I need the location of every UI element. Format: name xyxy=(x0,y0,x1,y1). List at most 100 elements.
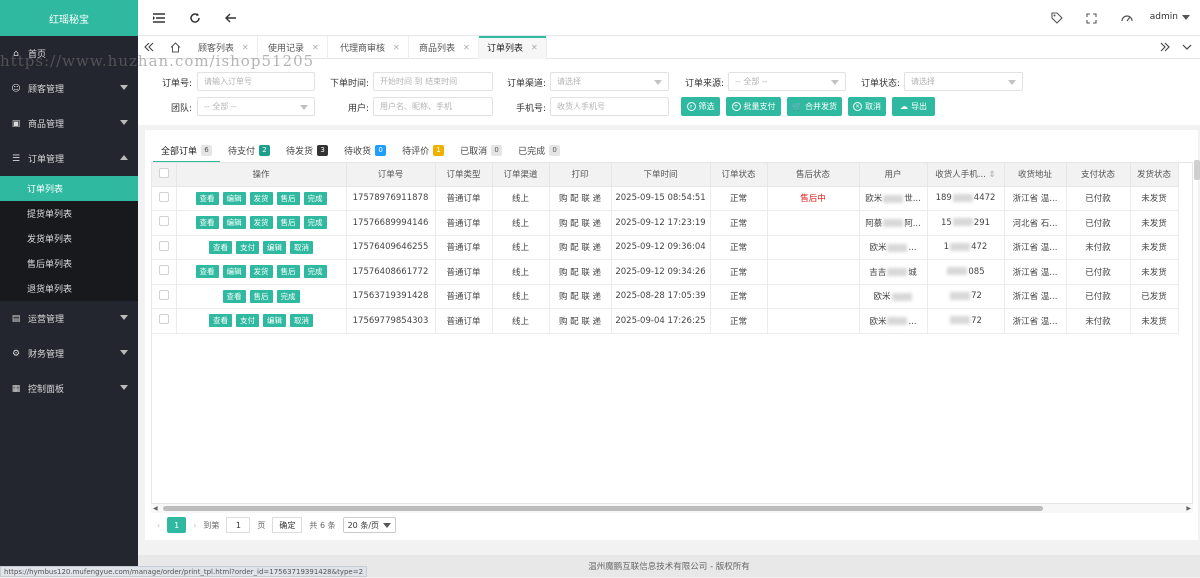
row-checkbox[interactable] xyxy=(158,240,169,251)
sidebar-item[interactable]: ▤ 运营管理 xyxy=(0,301,138,336)
tabs-menu-chevron-icon[interactable] xyxy=(1180,40,1194,54)
sidebar-subitem[interactable]: 退货单列表 xyxy=(0,276,138,301)
row-checkbox[interactable] xyxy=(158,314,169,325)
status-tab[interactable]: 已取消 0 xyxy=(452,140,510,160)
user-input[interactable]: 用户名、昵称、手机 xyxy=(373,97,493,116)
order-source-select[interactable]: -- 全部 -- xyxy=(728,72,846,91)
action-button[interactable]: 查看 xyxy=(195,216,219,230)
status-tab[interactable]: 待评价 1 xyxy=(394,140,452,160)
cell-ship: 未发货 xyxy=(1130,308,1179,334)
cell-after-sale xyxy=(767,210,860,236)
next-page-icon[interactable]: › xyxy=(193,521,196,530)
tabs-scroll-right-icon[interactable] xyxy=(1158,40,1172,54)
refresh-icon[interactable] xyxy=(188,11,202,25)
action-button[interactable]: 查看 xyxy=(209,240,232,254)
batch-pay-button[interactable]: + 批量支付 xyxy=(726,97,781,116)
sort-icon[interactable]: ⇕ xyxy=(986,170,996,180)
scroll-left-arrow-icon[interactable]: ◀ xyxy=(153,505,158,512)
fullscreen-icon[interactable] xyxy=(1084,11,1098,25)
action-button[interactable]: 发货 xyxy=(249,216,273,230)
sidebar-subitem[interactable]: 订单列表 xyxy=(0,176,138,201)
sidebar-subitem[interactable]: 发货单列表 xyxy=(0,226,138,251)
cancel-button[interactable]: × 取消 xyxy=(848,97,886,116)
action-button[interactable]: 支付 xyxy=(236,314,259,328)
action-button[interactable]: 查看 xyxy=(209,314,232,328)
sidebar-subitem[interactable]: 售后单列表 xyxy=(0,251,138,276)
row-checkbox[interactable] xyxy=(158,265,169,276)
phone-input[interactable]: 收货人手机号 xyxy=(550,97,669,116)
export-button[interactable]: ☁ 导出 xyxy=(892,97,935,116)
action-button[interactable]: 编辑 xyxy=(222,216,246,230)
tab-4[interactable]: 订单列表 ✕ xyxy=(479,36,547,59)
sidebar-item-label: 订单管理 xyxy=(28,155,65,165)
action-button[interactable]: 售后 xyxy=(276,191,300,205)
action-button[interactable]: 发货 xyxy=(249,191,273,205)
status-tab[interactable]: 全部订单 6 xyxy=(153,140,221,163)
tab-2[interactable]: 代理商审核 ✕ xyxy=(332,36,409,59)
row-checkbox[interactable] xyxy=(158,289,169,300)
tag-icon[interactable] xyxy=(1050,11,1064,25)
team-select[interactable]: -- 全部 -- xyxy=(197,97,315,116)
sidebar-item[interactable]: ▣ 商品管理 xyxy=(0,106,138,141)
action-button[interactable]: 查看 xyxy=(195,191,219,205)
status-tab[interactable]: 已完成 0 xyxy=(510,140,568,160)
close-icon[interactable]: ✕ xyxy=(531,43,538,52)
horizontal-scrollbar[interactable]: ◀ ▶ xyxy=(151,504,1193,513)
close-icon[interactable]: ✕ xyxy=(463,43,470,52)
theme-icon[interactable] xyxy=(1120,11,1134,25)
row-checkbox[interactable] xyxy=(158,191,169,202)
order-status-select[interactable]: 请选择 xyxy=(904,72,1023,91)
scroll-right-arrow-icon[interactable]: ▶ xyxy=(1186,505,1191,512)
status-tab-count: 3 xyxy=(317,144,329,156)
tab-3[interactable]: 商品列表 ✕ xyxy=(411,36,479,59)
goto-page-input[interactable]: 1 xyxy=(226,517,251,533)
action-button[interactable]: 完成 xyxy=(276,289,300,303)
action-button[interactable]: 支付 xyxy=(236,240,259,254)
menu-toggle-icon[interactable] xyxy=(152,11,166,25)
action-button[interactable]: 查看 xyxy=(195,265,219,279)
select-all-checkbox[interactable] xyxy=(158,167,169,178)
brand-logo[interactable]: 红瑶秘宝 xyxy=(0,0,138,36)
filter-button[interactable]: ⌕ 筛选 xyxy=(681,97,720,116)
close-icon[interactable]: ✕ xyxy=(393,43,400,52)
status-tab[interactable]: 待收货 0 xyxy=(336,140,394,160)
close-icon[interactable]: ✕ xyxy=(312,43,319,52)
sidebar-item[interactable]: ☺ 顾客管理 xyxy=(0,71,138,106)
action-button[interactable]: 发货 xyxy=(249,265,273,279)
status-tab[interactable]: 待发货 3 xyxy=(278,140,336,160)
order-time-input[interactable]: 开始时间 到 结束时间 xyxy=(373,72,493,91)
cell-channel: 线上 xyxy=(492,210,550,236)
user-menu[interactable]: admin xyxy=(1150,12,1190,22)
row-checkbox[interactable] xyxy=(158,216,169,227)
action-button[interactable]: 售后 xyxy=(249,289,273,303)
action-button[interactable]: 取消 xyxy=(290,314,313,328)
goto-confirm-button[interactable]: 确定 xyxy=(272,517,303,533)
close-icon[interactable]: ✕ xyxy=(242,43,249,52)
action-button[interactable]: 编辑 xyxy=(263,240,286,254)
action-button[interactable]: 编辑 xyxy=(222,265,246,279)
sidebar-subitem[interactable]: 提货单列表 xyxy=(0,201,138,226)
back-arrow-icon[interactable] xyxy=(224,11,238,25)
action-button[interactable]: 编辑 xyxy=(222,191,246,205)
sidebar-item[interactable]: ⚙ 财务管理 xyxy=(0,336,138,371)
sidebar-item[interactable]: ☰ 订单管理 xyxy=(0,141,138,176)
action-button[interactable]: 完成 xyxy=(303,191,327,205)
order-no-input[interactable]: 请输入订单号 xyxy=(197,72,315,91)
prev-page-icon[interactable]: ‹ xyxy=(157,521,160,530)
merge-ship-button[interactable]: 🛒 合并发货 xyxy=(787,97,842,116)
page-current[interactable]: 1 xyxy=(167,517,187,533)
sidebar-item[interactable]: ▦ 控制面板 xyxy=(0,371,138,406)
action-button[interactable]: 完成 xyxy=(303,265,327,279)
action-button[interactable]: 完成 xyxy=(303,216,327,230)
team-value: -- 全部 -- xyxy=(204,102,237,111)
page-size-select[interactable]: 20 条/页 xyxy=(342,517,397,533)
order-channel-select[interactable]: 请选择 xyxy=(550,72,669,91)
action-button[interactable]: 编辑 xyxy=(263,314,286,328)
action-button[interactable]: 售后 xyxy=(276,216,300,230)
action-button[interactable]: 查看 xyxy=(222,289,246,303)
action-button[interactable]: 取消 xyxy=(290,240,313,254)
scrollbar-thumb[interactable] xyxy=(163,506,1043,511)
action-button[interactable]: 售后 xyxy=(276,265,300,279)
status-tab[interactable]: 待支付 2 xyxy=(220,140,278,160)
page-vertical-scrollbar[interactable] xyxy=(1194,160,1200,180)
